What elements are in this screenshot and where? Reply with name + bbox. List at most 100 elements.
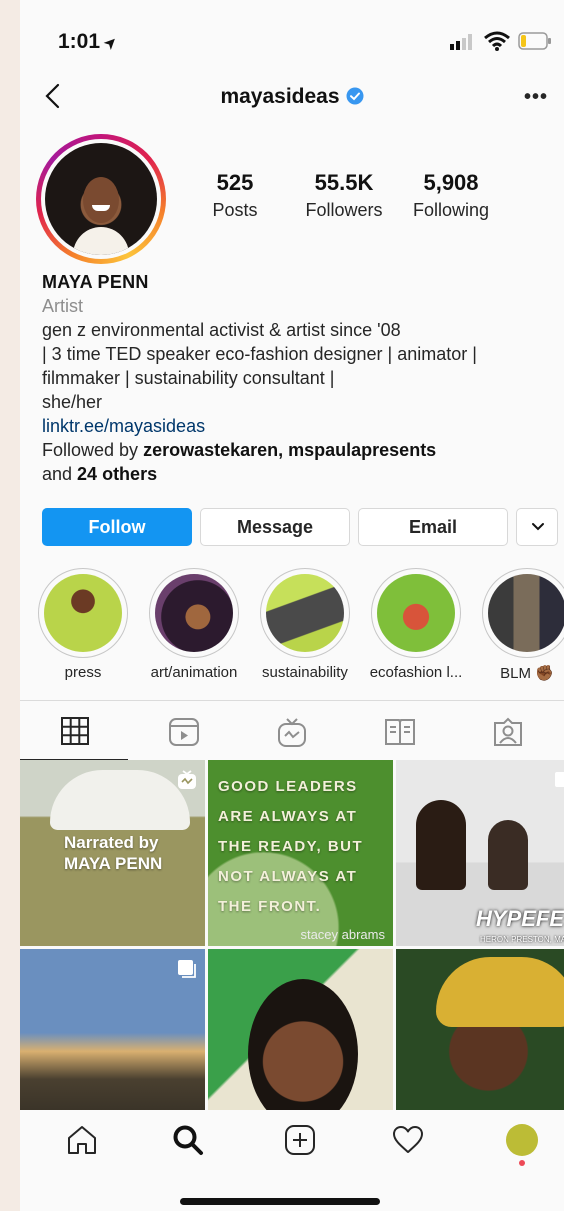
tab-igtv[interactable] <box>236 701 344 761</box>
tagged-icon <box>494 717 522 746</box>
nav-home[interactable] <box>62 1124 102 1160</box>
highlight-label: ecofashion l... <box>369 664 463 681</box>
post-image-helmet <box>50 770 190 830</box>
following-count[interactable]: 5,908 Following <box>408 170 494 221</box>
signal-icon <box>450 34 472 50</box>
tab-reels[interactable] <box>128 701 236 761</box>
bio-line: she/her <box>42 392 103 412</box>
highlight-press[interactable]: press <box>28 568 138 681</box>
follow-button[interactable]: Follow <box>42 508 192 546</box>
guides-icon <box>385 719 415 745</box>
highlight-cover <box>377 574 455 652</box>
grid-post[interactable] <box>396 949 564 1135</box>
bio-line: | 3 time TED speaker eco-fashion designe… <box>42 344 477 364</box>
quote-line: NOT ALWAYS AT <box>218 868 358 885</box>
bio-link[interactable]: linktr.ee/mayasideas <box>42 414 552 438</box>
highlight-ring <box>260 568 350 658</box>
posts-count-label: Posts <box>212 200 258 220</box>
more-options-icon[interactable]: ••• <box>524 86 548 108</box>
post-quote-overlay: GOOD LEADERS ARE ALWAYS AT THE READY, BU… <box>218 772 363 922</box>
status-bar: 1:01➤ <box>20 0 564 80</box>
home-indicator[interactable] <box>180 1198 380 1205</box>
highlight-ring <box>149 568 239 658</box>
profile-tabs <box>20 700 564 761</box>
post-title-overlay: HYPEFE <box>476 906 564 931</box>
search-icon <box>173 1125 203 1155</box>
followers-count[interactable]: 55.5K Followers <box>298 170 390 221</box>
highlight-sustainability[interactable]: sustainability <box>250 568 360 681</box>
post-image-person <box>416 800 466 890</box>
post-caption-overlay: Narrated by MAYA PENN <box>64 832 162 874</box>
post-subtitle-overlay: HERON PRESTON, MAY <box>480 935 564 944</box>
bottom-navigation <box>20 1110 564 1172</box>
quote-credit: stacey abrams <box>300 927 385 942</box>
highlight-ecofashion[interactable]: ecofashion l... <box>361 568 471 681</box>
tab-guides[interactable] <box>344 701 452 761</box>
avatar-shirt <box>73 227 129 255</box>
post-caption-line: Narrated by <box>64 833 159 852</box>
highlight-label: press <box>64 664 102 681</box>
igtv-badge-icon <box>178 770 196 789</box>
tab-tagged[interactable] <box>452 701 560 761</box>
avatar-frame <box>41 139 161 259</box>
quote-line: THE READY, BUT <box>218 838 364 855</box>
nav-profile-avatar[interactable] <box>506 1124 538 1156</box>
new-post-icon <box>285 1125 315 1155</box>
verified-badge-icon <box>346 87 364 105</box>
message-button[interactable]: Message <box>200 508 350 546</box>
igtv-icon <box>278 718 306 747</box>
heart-icon <box>393 1126 423 1153</box>
highlight-label: BLM ✊🏾 <box>500 665 554 682</box>
reels-icon <box>169 718 199 746</box>
followed-by-prefix: Followed by <box>42 440 144 460</box>
chevron-down-icon <box>532 523 544 531</box>
post-image-portrait <box>248 979 358 1129</box>
email-button[interactable]: Email <box>358 508 508 546</box>
grid-post[interactable] <box>20 949 205 1135</box>
nav-search[interactable] <box>168 1124 208 1160</box>
grid-post[interactable]: HYPEFE HERON PRESTON, MAY <box>396 760 564 946</box>
avatar-story-ring[interactable] <box>36 134 166 264</box>
header-username: mayasideas <box>20 85 564 109</box>
following-count-label: Following <box>412 200 490 220</box>
carousel-badge-icon <box>178 960 196 978</box>
highlight-label: sustainability <box>262 664 348 681</box>
grid-post[interactable]: Narrated by MAYA PENN <box>20 760 205 946</box>
quote-line: THE FRONT. <box>218 898 322 915</box>
posts-grid: Narrated by MAYA PENN GOOD LEADERS ARE A… <box>20 760 564 1135</box>
post-caption-line: MAYA PENN <box>64 854 163 873</box>
home-icon <box>68 1126 96 1154</box>
highlight-cover <box>488 574 564 652</box>
following-count-value: 5,908 <box>423 170 479 195</box>
carousel-badge-icon <box>555 772 564 787</box>
status-time: 1:01➤ <box>58 30 122 54</box>
nav-activity[interactable] <box>388 1124 428 1160</box>
highlight-ring <box>371 568 461 658</box>
profile-name: MAYA PENN <box>42 272 149 292</box>
grid-post[interactable] <box>208 949 393 1135</box>
followed-by-others-count: 24 others <box>77 464 158 484</box>
profile-header: mayasideas ••• <box>20 78 564 118</box>
posts-count[interactable]: 525 Posts <box>208 170 262 221</box>
highlight-label: art/animation <box>150 664 238 681</box>
nav-create[interactable] <box>280 1124 320 1160</box>
phone-screen: 1:01➤ mayasideas ••• 525 Posts 55.5K Fol… <box>20 0 564 1211</box>
followed-by-users: zerowastekaren, mspaulapresents <box>143 440 437 460</box>
grid-icon <box>61 717 89 745</box>
highlight-ring <box>482 568 564 658</box>
username-text: mayasideas <box>220 85 340 108</box>
followed-by-others[interactable]: and 24 others <box>42 462 552 486</box>
profile-category: Artist <box>42 296 84 316</box>
followed-by[interactable]: Followed by zerowastekaren, mspaulaprese… <box>42 438 552 462</box>
suggested-accounts-button[interactable] <box>516 508 558 546</box>
posts-count-value: 525 <box>216 170 254 195</box>
grid-post[interactable]: GOOD LEADERS ARE ALWAYS AT THE READY, BU… <box>208 760 393 946</box>
notification-dot <box>519 1160 525 1166</box>
highlight-blm[interactable]: BLM ✊🏾 <box>472 568 564 682</box>
tab-grid[interactable] <box>20 701 128 761</box>
highlight-art-animation[interactable]: art/animation <box>139 568 249 681</box>
post-image-person <box>488 820 528 890</box>
followed-by-and: and <box>42 464 78 484</box>
avatar <box>45 143 157 255</box>
followers-count-value: 55.5K <box>314 170 374 195</box>
